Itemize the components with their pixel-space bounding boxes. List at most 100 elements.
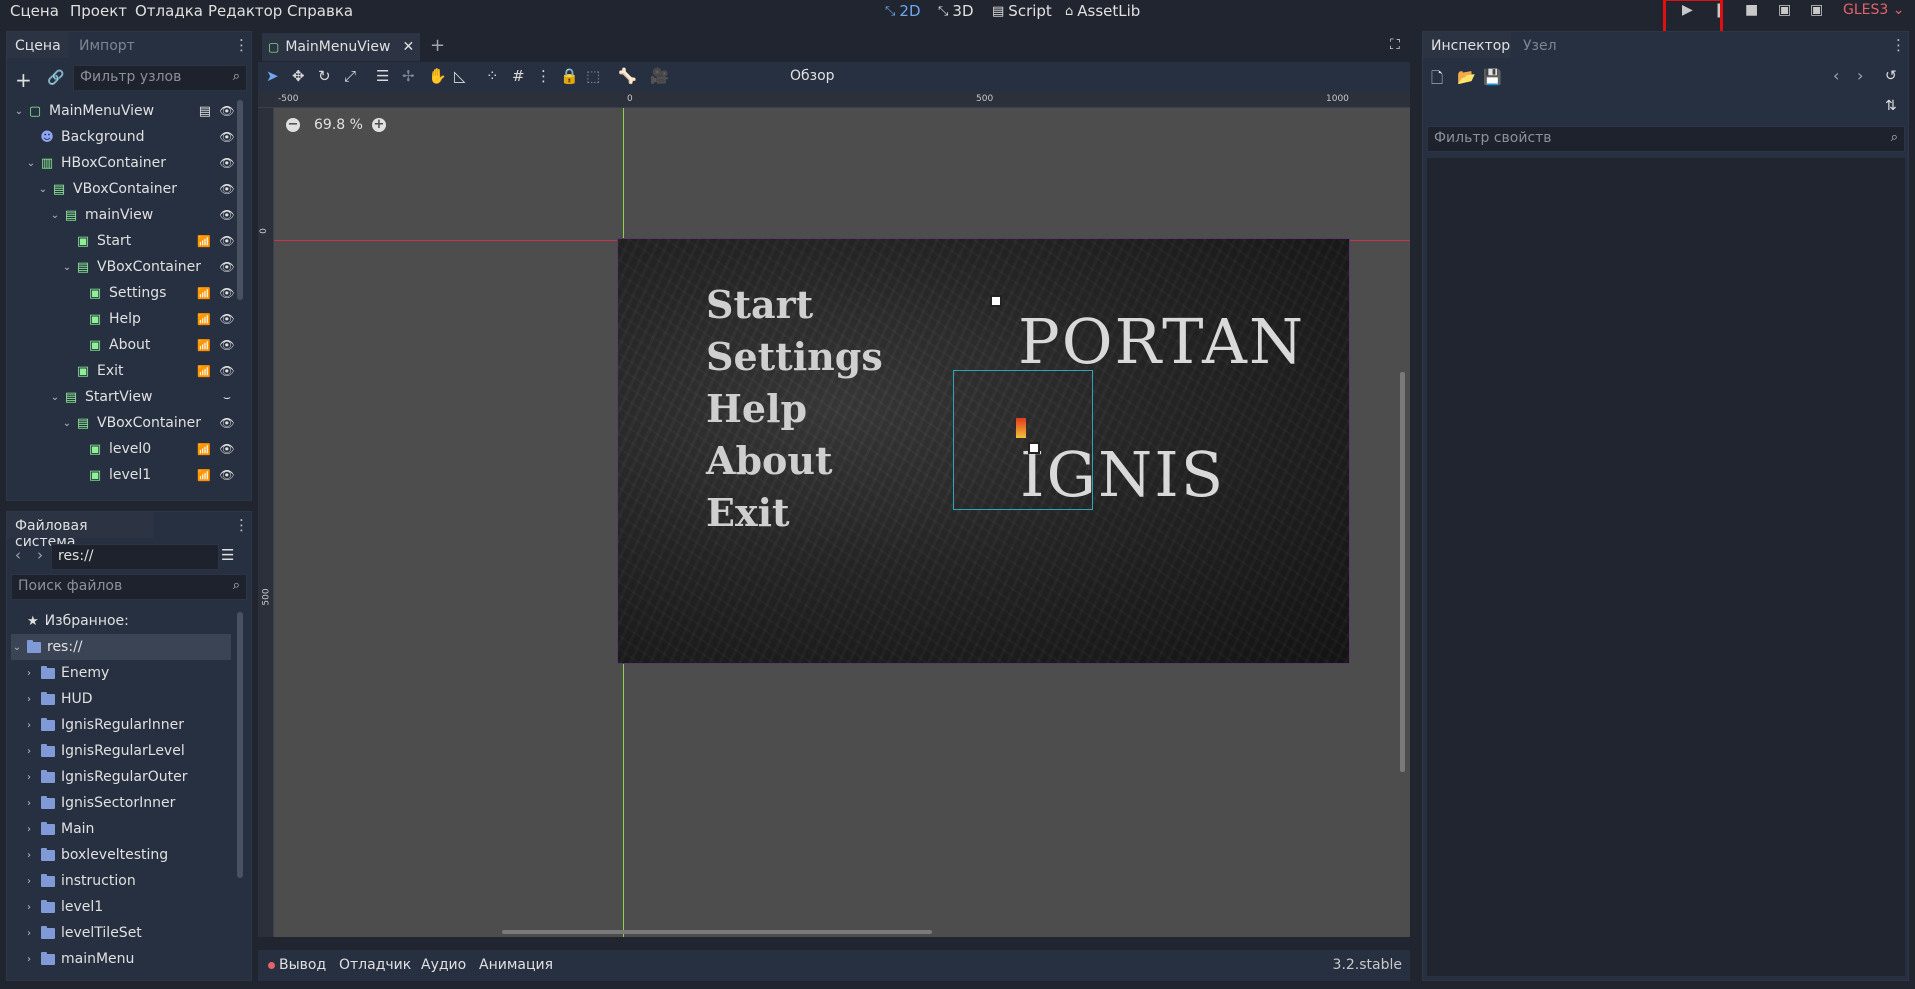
chevron-right-icon[interactable]: › bbox=[23, 902, 35, 913]
tree-node-row[interactable]: ⌄ ▤ StartView ⌣ bbox=[49, 384, 235, 410]
fs-folder-row[interactable]: › IgnisRegularLevel bbox=[23, 738, 185, 764]
viewport-hscroll[interactable] bbox=[502, 930, 932, 934]
bottom-tab-debugger[interactable]: Отладчик bbox=[339, 957, 411, 973]
toggle-split-icon[interactable]: ☰ bbox=[221, 546, 234, 564]
node-filter-input[interactable]: Фильтр узлов ⌕ bbox=[73, 65, 247, 91]
chevron-right-icon[interactable]: › bbox=[23, 694, 35, 705]
forward-icon[interactable]: › bbox=[37, 546, 43, 564]
link-icon[interactable]: 🔗 bbox=[47, 70, 64, 86]
new-resource-icon[interactable]: 🗋 bbox=[1431, 68, 1443, 93]
chevron-right-icon[interactable]: › bbox=[23, 850, 35, 861]
eye-icon[interactable]: 👁 bbox=[219, 156, 235, 170]
eye-icon[interactable]: 👁 bbox=[219, 364, 235, 378]
viewport-vscroll[interactable] bbox=[1400, 372, 1405, 772]
rotate-tool-icon[interactable]: ↻ bbox=[318, 67, 331, 85]
scene-menu-button-exit[interactable]: Exit bbox=[706, 490, 790, 535]
workspace-2d-button[interactable]: ⤡ 2D bbox=[885, 2, 921, 20]
eye-icon[interactable]: 👁 bbox=[219, 104, 235, 118]
anchor-handle-icon[interactable] bbox=[1028, 442, 1040, 454]
tree-node-row[interactable]: ☻ Background 👁 bbox=[25, 124, 235, 150]
scene-menu-button-about[interactable]: About bbox=[706, 438, 833, 483]
inspector-menu-icon[interactable]: ⋮ bbox=[1891, 36, 1906, 54]
fs-folder-row[interactable]: › IgnisSectorInner bbox=[23, 790, 175, 816]
bottom-tab-output[interactable]: Вывод bbox=[279, 957, 326, 973]
canvas-viewport[interactable]: -500 0 500 1000 0 500 − 69.8 % + Start Se… bbox=[258, 92, 1410, 937]
tree-node-row[interactable]: ▣ level0 📶 👁 bbox=[73, 436, 235, 462]
camera-icon[interactable]: 🎥 bbox=[650, 67, 669, 85]
fs-dock-menu-icon[interactable]: ⋮ bbox=[234, 516, 249, 534]
tree-node-row[interactable]: ⌄ ▢ MainMenuView ▤ 👁 bbox=[13, 98, 235, 124]
list-select-icon[interactable]: ☰ bbox=[376, 67, 389, 85]
eye-icon[interactable]: 👁 bbox=[219, 338, 235, 352]
object-properties-icon[interactable]: ⇅ bbox=[1885, 98, 1897, 114]
fs-folder-row[interactable]: › instruction bbox=[23, 868, 136, 894]
group-icon[interactable]: ⬚ bbox=[586, 67, 600, 85]
fs-folder-row[interactable]: › mainMenu bbox=[23, 946, 134, 972]
tree-node-row[interactable]: ⌄ ▤ mainView 👁 bbox=[49, 202, 235, 228]
tree-node-row[interactable]: ▣ Settings 📶 👁 bbox=[73, 280, 235, 306]
menu-editor[interactable]: Редактор bbox=[208, 2, 282, 20]
close-icon[interactable]: ✕ bbox=[402, 39, 414, 55]
bottom-tab-animation[interactable]: Анимация bbox=[479, 957, 553, 973]
signal-icon[interactable]: 📶 bbox=[197, 339, 211, 352]
chevron-right-icon[interactable]: › bbox=[23, 720, 35, 731]
overview-label[interactable]: Обзор bbox=[790, 68, 835, 84]
signal-icon[interactable]: 📶 bbox=[197, 469, 211, 482]
eye-icon[interactable]: 👁 bbox=[219, 182, 235, 196]
tree-node-row[interactable]: ⌄ ▤ VBoxContainer 👁 bbox=[61, 254, 235, 280]
stop-icon[interactable]: ■ bbox=[1745, 2, 1758, 18]
zoom-level[interactable]: 69.8 % bbox=[314, 117, 363, 133]
eye-icon[interactable]: 👁 bbox=[219, 312, 235, 326]
chevron-down-icon[interactable]: ⌄ bbox=[61, 262, 73, 273]
workspace-3d-button[interactable]: ⤡ 3D bbox=[938, 2, 974, 20]
fs-folder-row[interactable]: › IgnisRegularInner bbox=[23, 712, 184, 738]
chevron-right-icon[interactable]: › bbox=[23, 876, 35, 887]
menu-debug[interactable]: Отладка bbox=[135, 2, 203, 20]
lock-icon[interactable]: 🔒 bbox=[560, 67, 579, 85]
scene-menu-button-settings[interactable]: Settings bbox=[706, 334, 883, 379]
tab-main-menu-view[interactable]: ▢ MainMenuView ✕ bbox=[262, 33, 420, 61]
eye-icon[interactable]: 👁 bbox=[219, 286, 235, 300]
tab-node[interactable]: Узел bbox=[1515, 32, 1565, 58]
menu-project[interactable]: Проект bbox=[70, 2, 127, 20]
snap-options-icon[interactable]: ⋮ bbox=[536, 67, 551, 85]
chevron-right-icon[interactable]: › bbox=[23, 746, 35, 757]
tree-node-row[interactable]: ▣ Exit 📶 👁 bbox=[61, 358, 235, 384]
fs-path-input[interactable]: res:// bbox=[51, 544, 219, 570]
property-filter-input[interactable]: Фильтр свойств ⌕ bbox=[1427, 126, 1905, 152]
chevron-right-icon[interactable]: › bbox=[23, 954, 35, 965]
tree-node-row[interactable]: ⌄ ▥ HBoxContainer 👁 bbox=[25, 150, 235, 176]
chevron-down-icon[interactable]: ⌄ bbox=[25, 158, 37, 169]
chevron-right-icon[interactable]: › bbox=[23, 928, 35, 939]
select-tool-icon[interactable]: ➤ bbox=[266, 67, 279, 85]
zoom-out-icon[interactable]: − bbox=[286, 118, 300, 132]
signal-icon[interactable]: 📶 bbox=[197, 235, 211, 248]
tree-node-row[interactable]: ▣ Help 📶 👁 bbox=[73, 306, 235, 332]
open-folder-icon[interactable]: 📂 bbox=[1457, 68, 1476, 86]
eye-icon[interactable]: 👁 bbox=[219, 234, 235, 248]
eye-icon[interactable]: 👁 bbox=[219, 130, 235, 144]
scene-dock-menu-icon[interactable]: ⋮ bbox=[234, 36, 249, 54]
script-icon[interactable]: ▤ bbox=[199, 104, 211, 119]
fs-root-row[interactable]: ⌄ res:// bbox=[11, 634, 231, 660]
eye-icon[interactable]: 👁 bbox=[219, 468, 235, 482]
move-tool-icon[interactable]: ✥ bbox=[292, 67, 305, 85]
favorites-row[interactable]: ★ Избранное: bbox=[27, 608, 129, 634]
fs-folder-row[interactable]: › levelTileSet bbox=[23, 920, 142, 946]
scene-menu-button-start[interactable]: Start bbox=[706, 282, 813, 327]
anchor-handle-icon[interactable] bbox=[990, 295, 1002, 307]
smart-snap-icon[interactable]: ⁘ bbox=[486, 67, 499, 85]
save-icon[interactable]: 💾 bbox=[1483, 68, 1502, 86]
chevron-right-icon[interactable]: › bbox=[23, 668, 35, 679]
fs-folder-row[interactable]: › Enemy bbox=[23, 660, 109, 686]
skeleton-icon[interactable]: 🦴 bbox=[618, 67, 637, 85]
chevron-right-icon[interactable]: › bbox=[23, 798, 35, 809]
add-tab-icon[interactable]: + bbox=[430, 35, 445, 56]
chevron-right-icon[interactable]: › bbox=[23, 824, 35, 835]
fs-folder-row[interactable]: › IgnisRegularOuter bbox=[23, 764, 188, 790]
add-node-icon[interactable]: + bbox=[15, 68, 32, 92]
tab-import[interactable]: Импорт bbox=[71, 32, 141, 58]
tree-node-row[interactable]: ⌄ ▤ VBoxContainer 👁 bbox=[37, 176, 235, 202]
signal-icon[interactable]: 📶 bbox=[197, 443, 211, 456]
tree-node-row[interactable]: ▣ About 📶 👁 bbox=[73, 332, 235, 358]
